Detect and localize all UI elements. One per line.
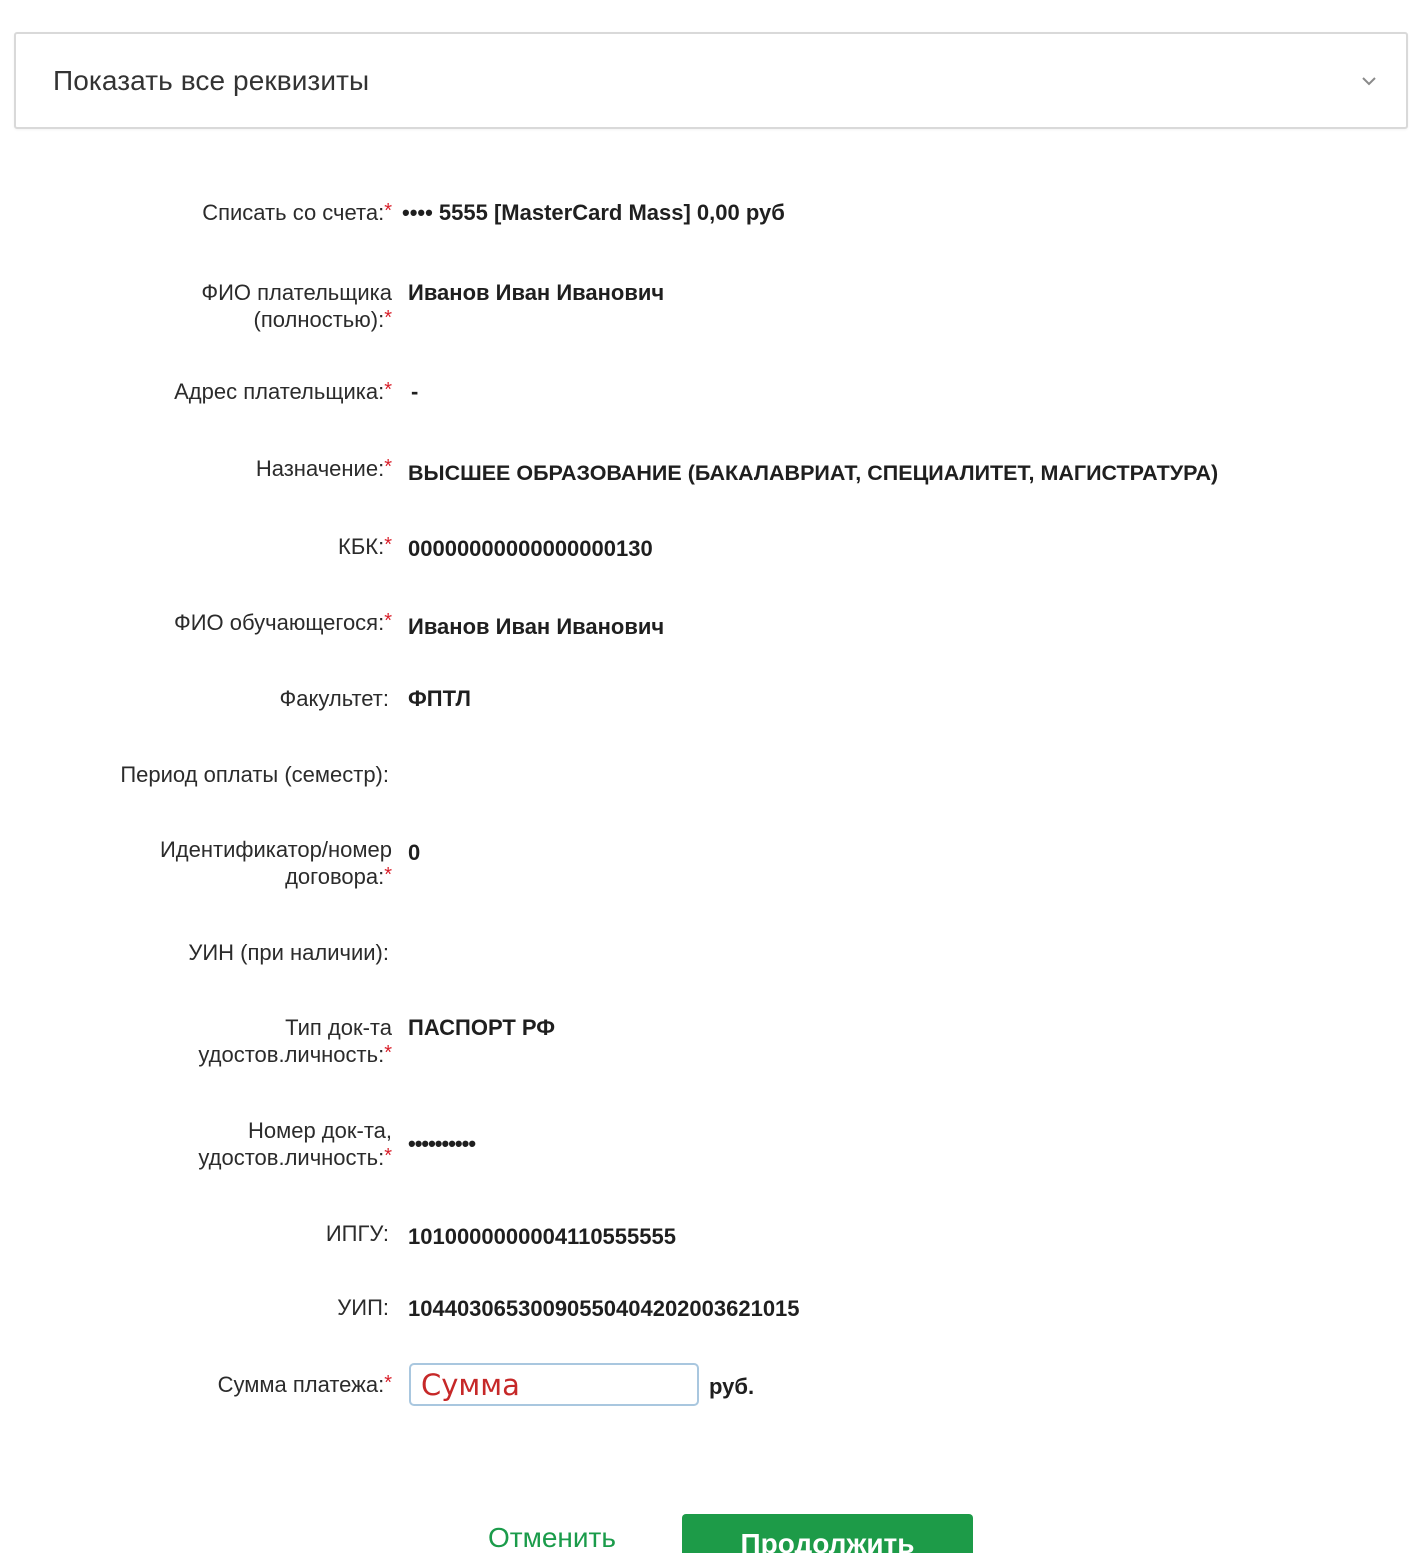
required-marker: * [384,864,392,886]
doc-type-label: Тип док-та удостов.личность:* [198,1015,392,1067]
required-marker: * [384,1145,392,1167]
contract-id-value: 0 [408,840,421,865]
payment-form-page: Показать все реквизиты Списать со счета:… [0,0,1412,1553]
required-marker: * [384,200,392,222]
cancel-button[interactable]: Отменить [488,1522,616,1553]
uip-label: УИП: [337,1295,389,1320]
payer-address-value: - [411,379,419,404]
kbk-label: КБК:* [338,534,392,559]
required-marker: * [384,456,392,478]
required-marker: * [384,1042,392,1064]
purpose-label: Назначение:* [255,456,392,481]
faculty-value: ФПТЛ [408,686,471,711]
chevron-down-icon[interactable] [1358,74,1380,88]
contract-id-label: Идентификатор/номер договора:* [159,837,392,889]
ipgu-label: ИПГУ: [325,1221,389,1246]
purpose-value: ВЫСШЕЕ ОБРАЗОВАНИЕ (БАКАЛАВРИАТ, СПЕЦИАЛ… [408,461,1219,485]
amount-input[interactable] [409,1363,699,1406]
uip-value: 10440306530090550404202003621015 [408,1296,800,1321]
required-marker: * [384,534,392,556]
currency-label: руб. [709,1374,755,1399]
payer-name-value: Иванов Иван Иванович [408,280,665,305]
ipgu-value: 1010000000004110555555 [408,1224,676,1249]
payer-name-label: ФИО плательщика (полностью):* [201,280,392,332]
payer-address-label: Адрес плательщика:* [174,379,392,404]
period-label: Период оплаты (семестр): [120,762,389,787]
uin-label: УИН (при наличии): [188,940,389,965]
faculty-label: Факультет: [279,686,389,711]
required-marker: * [384,307,392,329]
requisites-title: Показать все реквизиты [53,64,370,96]
required-marker: * [384,1372,392,1394]
doc-number-value: •••••••••• [408,1131,476,1156]
amount-label: Сумма платежа:* [217,1372,392,1397]
doc-number-label: Номер док-та, удостов.личность:* [198,1118,392,1170]
account-label: Списать со счета:* [202,200,392,225]
required-marker: * [384,379,392,401]
student-name-value: Иванов Иван Иванович [408,614,665,639]
continue-button[interactable]: Продолжить [682,1514,973,1553]
account-value: •••• 5555 [MasterCard Mass] 0,00 руб [402,200,785,225]
required-marker: * [384,610,392,632]
doc-type-value: ПАСПОРТ РФ [408,1015,556,1040]
student-name-label: ФИО обучающегося:* [174,610,392,635]
show-all-requisites-toggle[interactable]: Показать все реквизиты [14,32,1408,129]
kbk-value: 00000000000000000130 [408,536,653,561]
